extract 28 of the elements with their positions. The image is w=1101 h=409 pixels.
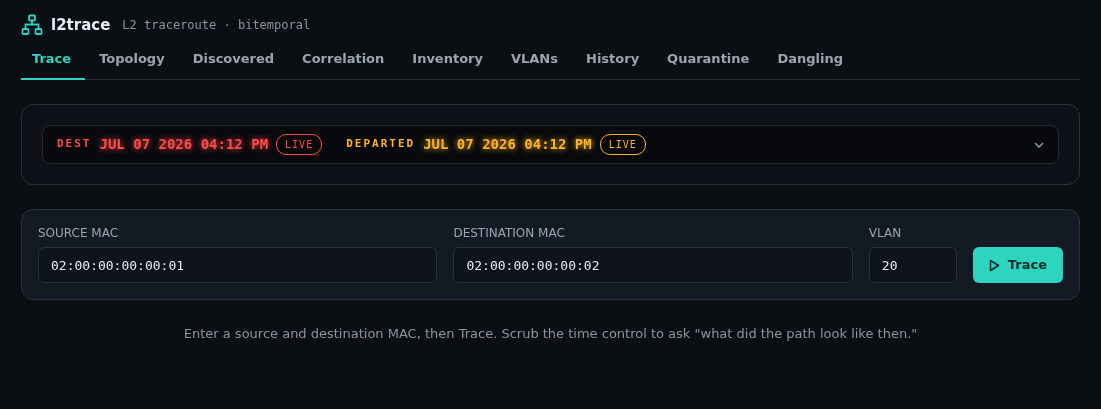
clock-label: DEST	[57, 136, 92, 153]
tab[interactable]: VLANs	[496, 44, 572, 80]
tab[interactable]: Topology	[85, 44, 179, 80]
input-field[interactable]: 20	[868, 247, 957, 283]
trace-button[interactable]: Trace	[972, 247, 1063, 283]
play-icon	[988, 258, 1000, 272]
network-icon	[21, 14, 43, 37]
field-label: VLAN	[868, 225, 903, 242]
app-title: l2trace	[51, 15, 111, 36]
live-badge: LIVE	[276, 134, 323, 155]
app-subtitle: L2 traceroute · bitemporal	[122, 17, 311, 35]
help-text: Enter a source and destination MAC, then Trace. Scrub the time control to ask "what did the path look like then."	[182, 325, 919, 343]
input-field[interactable]: 02:00:00:00:00:01	[38, 247, 438, 283]
tab[interactable]: Dangling	[763, 44, 857, 80]
tab[interactable]: History	[572, 44, 654, 80]
field-label: SOURCE MAC	[38, 225, 120, 242]
live-badge: LIVE	[599, 134, 646, 155]
tab[interactable]: Discovered	[178, 44, 289, 80]
chevron-icon[interactable]	[1034, 141, 1044, 148]
tab[interactable]: Inventory	[398, 44, 497, 80]
clock-time: JUL 07 2026 04:12 PM	[423, 135, 592, 154]
input-field[interactable]: 02:00:00:00:00:02	[453, 247, 853, 283]
clock-label: DEPARTED	[346, 136, 416, 153]
tab[interactable]: Correlation	[288, 44, 399, 80]
tab[interactable]: Trace	[21, 44, 86, 80]
clock-time: JUL 07 2026 04:12 PM	[99, 135, 269, 154]
field-label: DESTINATION MAC	[453, 225, 566, 242]
tab[interactable]: Quarantine	[653, 44, 764, 80]
